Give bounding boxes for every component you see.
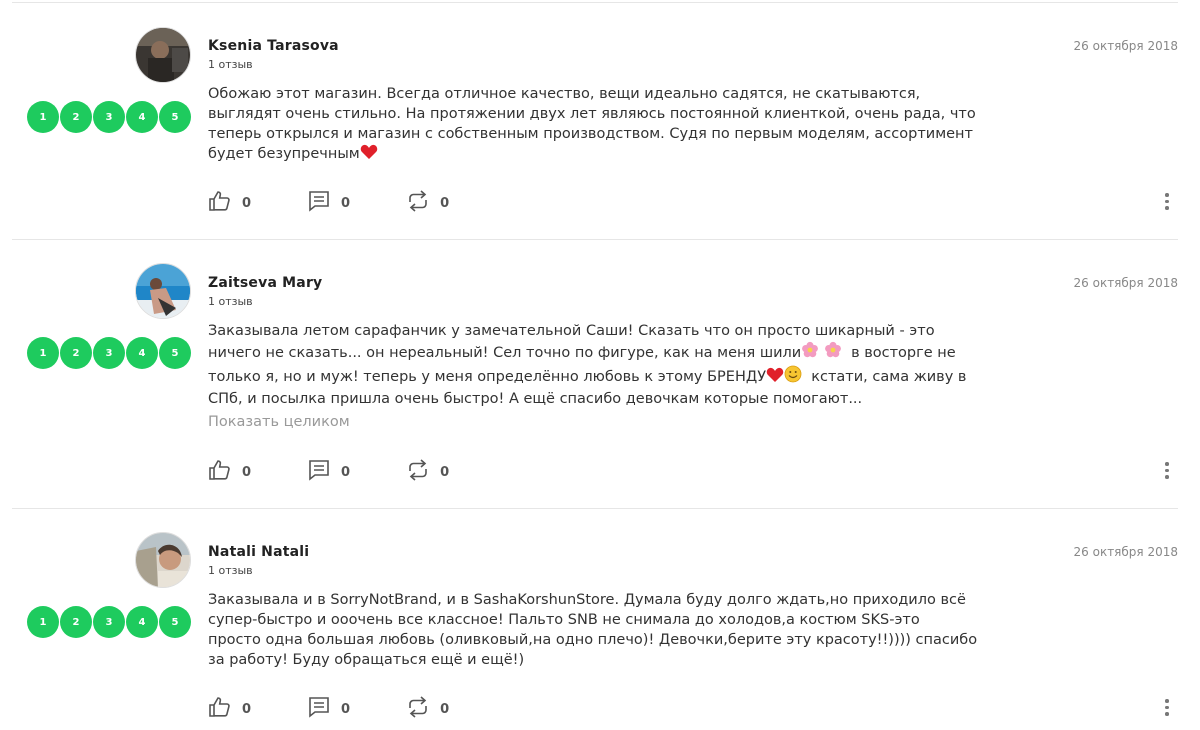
comment-icon — [307, 458, 331, 486]
review-text-line: Заказывала и в SorryNotBrand, и в SashaK… — [208, 592, 966, 608]
like-icon — [208, 458, 232, 486]
rating-star: 4 — [126, 337, 158, 369]
smile-emoji — [784, 365, 802, 389]
rating-star: 4 — [126, 606, 158, 638]
like-button[interactable]: 0 — [208, 189, 251, 217]
review-text-line: Обожаю этот магазин. Всегда отличное кач… — [208, 86, 921, 102]
review-text-line-wrap: только я, но и муж! теперь у меня опреде… — [208, 365, 988, 389]
review-text-line: СПб, и посылка пришла очень быстро! А ещ… — [208, 391, 863, 407]
more-icon[interactable] — [1164, 699, 1170, 716]
rating-star: 4 — [126, 101, 158, 133]
avatar[interactable] — [135, 27, 191, 83]
repost-count: 0 — [440, 195, 450, 211]
review-text-line: ничего не сказать... он нереальный! Сел … — [208, 345, 802, 361]
heart-emoji — [766, 367, 784, 389]
rating-star: 5 — [159, 606, 191, 638]
rating-star: 3 — [93, 337, 125, 369]
review-text: Заказывала летом сарафанчик у замечатель… — [208, 321, 988, 409]
review-card: Ksenia Tarasova 1 отзыв 26 октября 2018 … — [0, 0, 1200, 240]
review-text-line: теперь открылся и магазин с собственным … — [208, 126, 973, 142]
comment-button[interactable]: 0 — [307, 458, 350, 486]
rating: 1 2 3 4 5 — [27, 101, 191, 133]
repost-button[interactable]: 0 — [406, 189, 449, 217]
repost-button[interactable]: 0 — [406, 458, 449, 486]
review-text-line: за работу! Буду обращаться ещё и ещё!) — [208, 652, 525, 668]
review-text: Заказывала и в SorryNotBrand, и в SashaK… — [208, 590, 988, 670]
review-text-line-wrap: ничего не сказать... он нереальный! Сел … — [208, 341, 988, 365]
comment-icon — [307, 189, 331, 217]
review-text-line: супер-быстро и ооочень все классное! Пал… — [208, 612, 920, 628]
repost-count: 0 — [440, 464, 450, 480]
rating-star: 2 — [60, 101, 92, 133]
review-text-line: просто одна большая любовь (оливковый,на… — [208, 632, 978, 648]
avatar[interactable] — [135, 263, 191, 319]
reviewer-name[interactable]: Ksenia Tarasova — [208, 38, 339, 54]
comment-button[interactable]: 0 — [307, 189, 350, 217]
reviewer-name[interactable]: Natali Natali — [208, 544, 309, 560]
flower-emoji — [824, 341, 842, 365]
repost-icon — [406, 458, 430, 486]
comment-count: 0 — [341, 701, 351, 717]
rating-star: 5 — [159, 337, 191, 369]
review-count[interactable]: 1 отзыв — [208, 58, 253, 71]
repost-icon — [406, 695, 430, 723]
rating-star: 1 — [27, 606, 59, 638]
avatar[interactable] — [135, 532, 191, 588]
review-actions: 0 0 0 — [208, 458, 505, 486]
review-count[interactable]: 1 отзыв — [208, 564, 253, 577]
like-icon — [208, 189, 232, 217]
review-card: Natali Natali 1 отзыв 26 октября 2018 1 … — [0, 509, 1200, 730]
rating-star: 3 — [93, 606, 125, 638]
review-text-line: кстати, сама живу в — [811, 369, 967, 385]
review-text: Обожаю этот магазин. Всегда отличное кач… — [208, 84, 988, 166]
review-text-line: будет безупречным — [208, 146, 360, 162]
review-count[interactable]: 1 отзыв — [208, 295, 253, 308]
like-icon — [208, 695, 232, 723]
like-count: 0 — [242, 464, 252, 480]
comment-icon — [307, 695, 331, 723]
rating: 1 2 3 4 5 — [27, 337, 191, 369]
review-date: 26 октября 2018 — [1073, 545, 1178, 559]
rating-star: 1 — [27, 101, 59, 133]
heart-emoji — [360, 144, 378, 166]
review-text-line: выглядят очень стильно. На протяжении дв… — [208, 106, 976, 122]
repost-button[interactable]: 0 — [406, 695, 449, 723]
comment-button[interactable]: 0 — [307, 695, 350, 723]
repost-count: 0 — [440, 701, 450, 717]
review-text-line: только я, но и муж! теперь у меня опреде… — [208, 369, 767, 385]
flower-emoji — [801, 341, 819, 365]
more-icon[interactable] — [1164, 462, 1170, 479]
more-icon[interactable] — [1164, 193, 1170, 210]
like-count: 0 — [242, 195, 252, 211]
review-date: 26 октября 2018 — [1073, 39, 1178, 53]
rating-star: 2 — [60, 606, 92, 638]
like-count: 0 — [242, 701, 252, 717]
comment-count: 0 — [341, 195, 351, 211]
review-date: 26 октября 2018 — [1073, 276, 1178, 290]
rating-star: 2 — [60, 337, 92, 369]
review-actions: 0 0 0 — [208, 695, 505, 723]
like-button[interactable]: 0 — [208, 458, 251, 486]
review-actions: 0 0 0 — [208, 189, 505, 217]
repost-icon — [406, 189, 430, 217]
reviewer-name[interactable]: Zaitseva Mary — [208, 275, 322, 291]
review-text-line-wrap: будет безупречным — [208, 144, 988, 166]
review-text-line: в восторге не — [851, 345, 956, 361]
like-button[interactable]: 0 — [208, 695, 251, 723]
rating: 1 2 3 4 5 — [27, 606, 191, 638]
rating-star: 5 — [159, 101, 191, 133]
rating-star: 3 — [93, 101, 125, 133]
show-more-link[interactable]: Показать целиком — [208, 414, 350, 430]
review-card: Zaitseva Mary 1 отзыв 26 октября 2018 1 … — [0, 240, 1200, 509]
rating-star: 1 — [27, 337, 59, 369]
review-text-line: Заказывала летом сарафанчик у замечатель… — [208, 323, 935, 339]
comment-count: 0 — [341, 464, 351, 480]
